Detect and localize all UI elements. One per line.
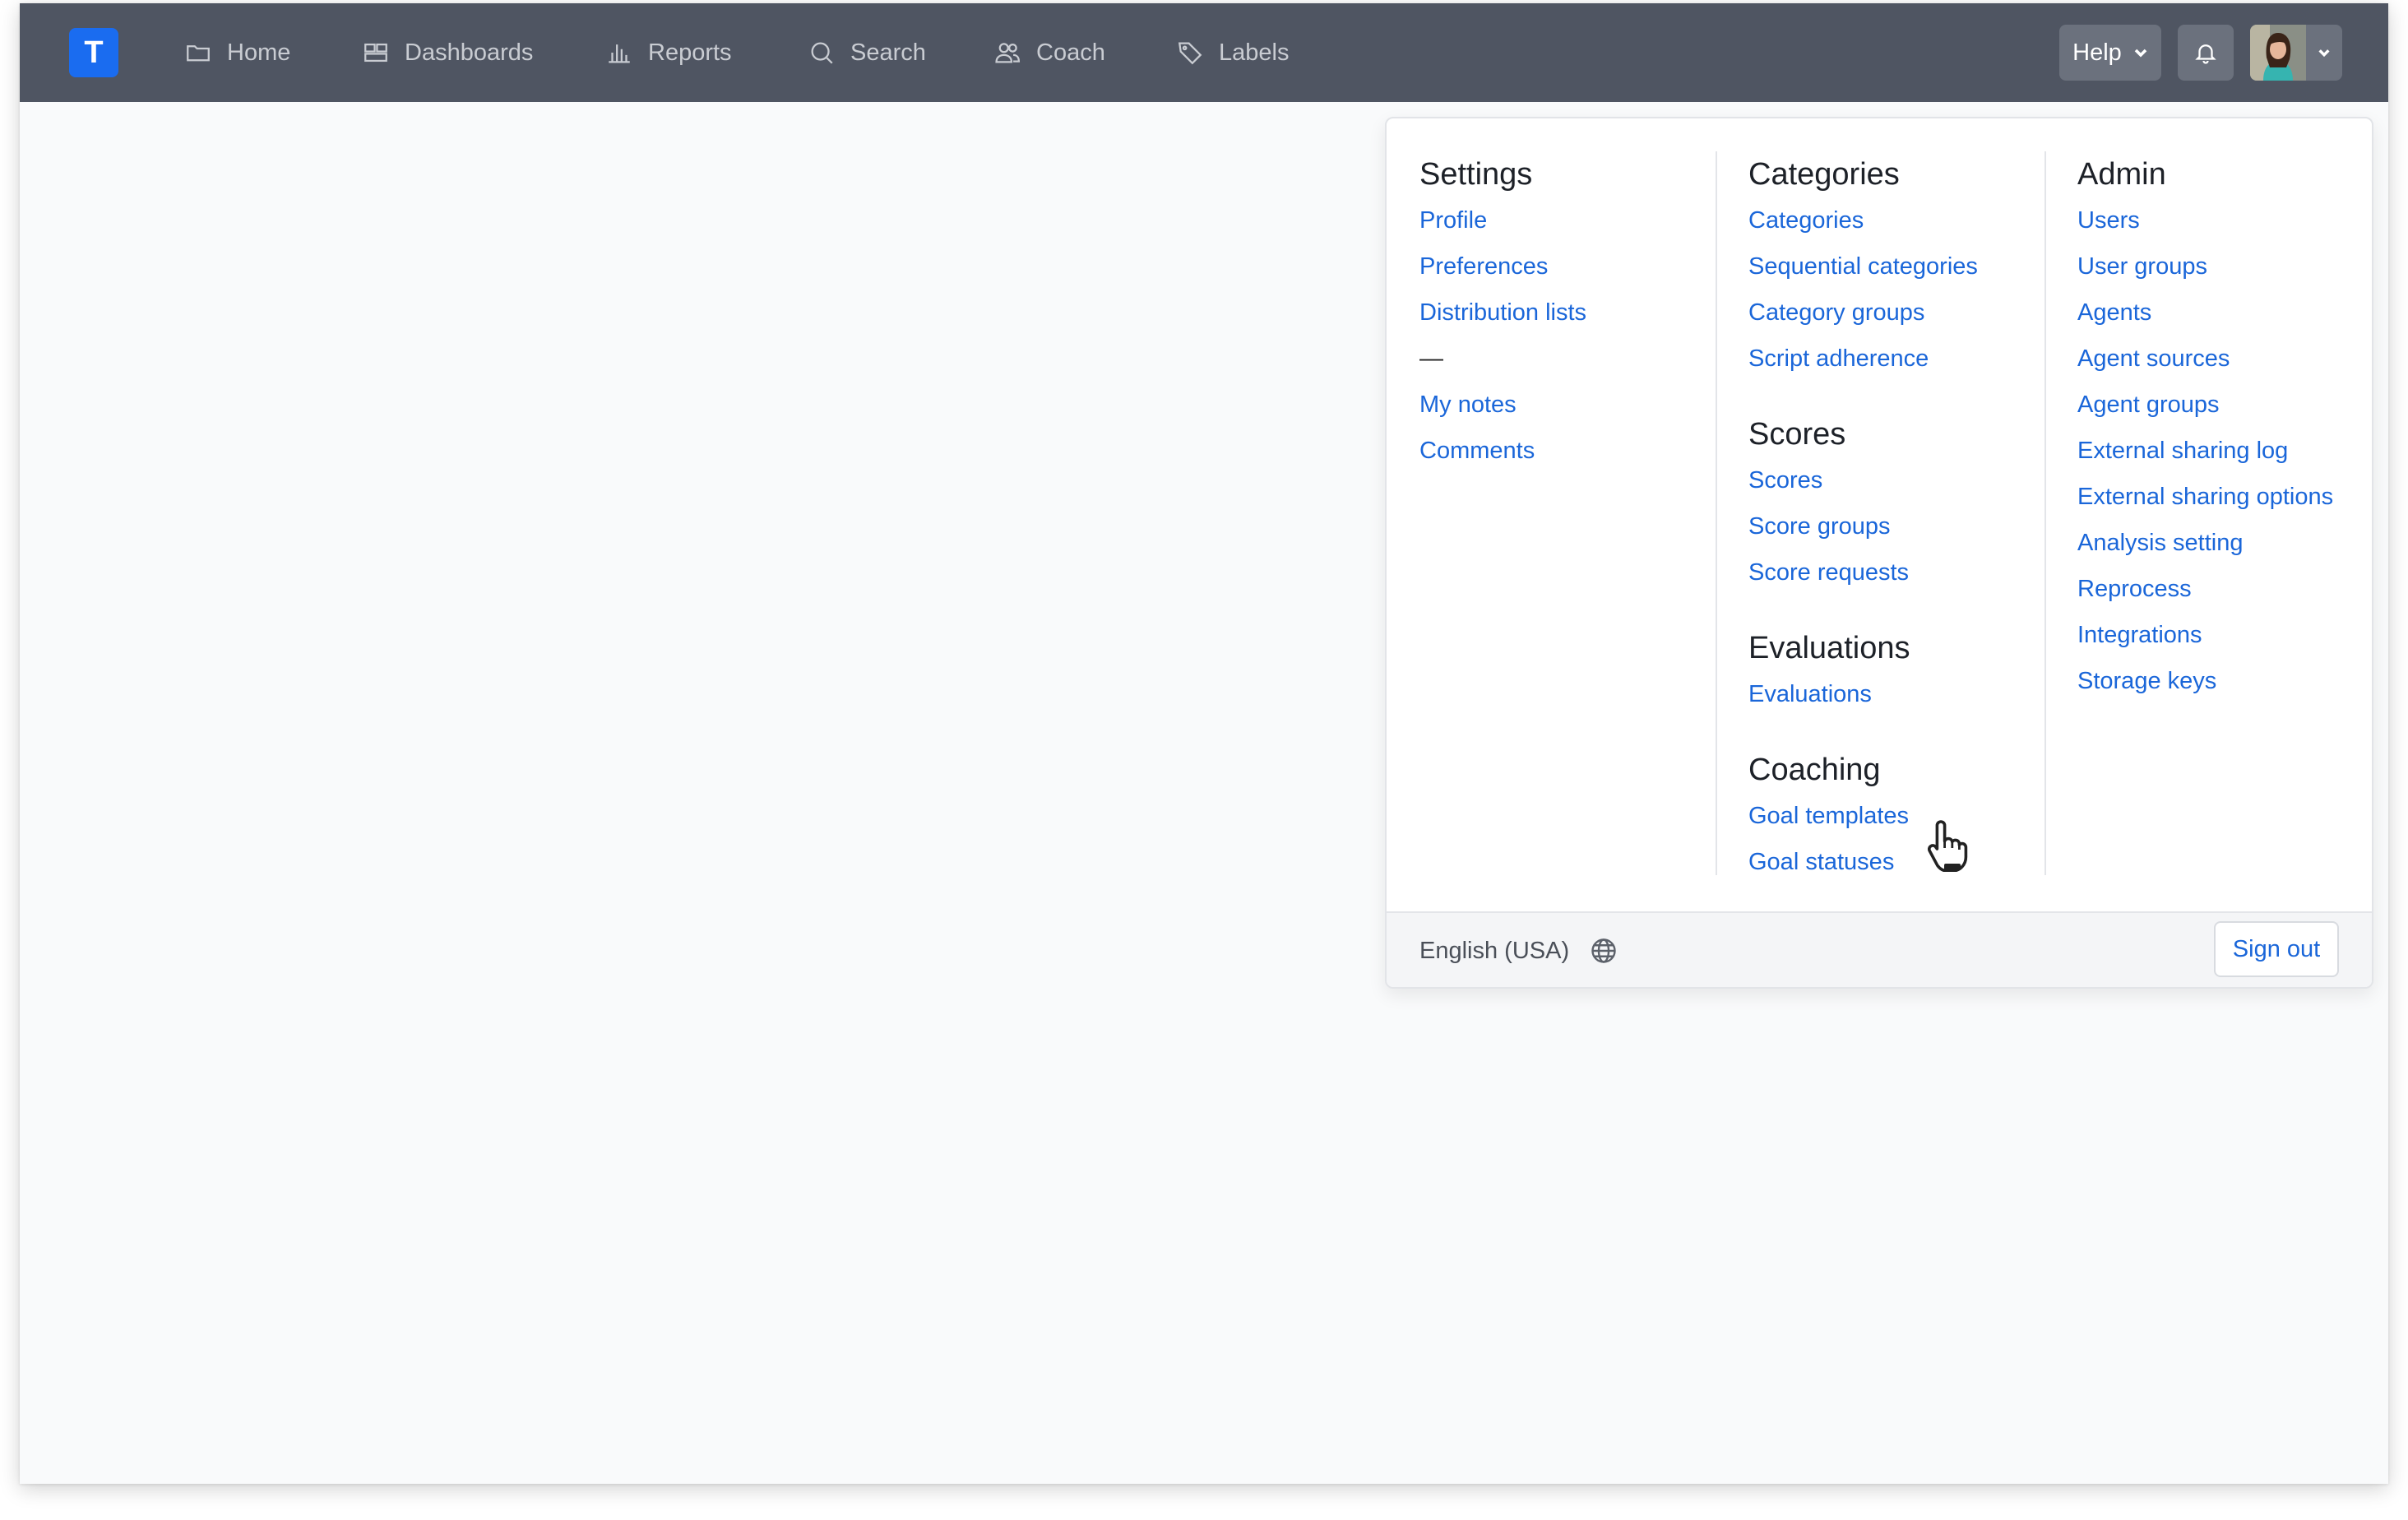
app-logo[interactable]: T [69,28,118,77]
user-dropdown-menu: Settings Profile Preferences Distributio… [1385,117,2373,989]
menu-link-integrations[interactable]: Integrations [2077,612,2333,658]
bar-chart-icon [609,44,630,63]
menu-link-user-groups[interactable]: User groups [2077,243,2333,290]
menu-link-score-groups[interactable]: Score groups [1748,503,1978,549]
nav-reports-label: Reports [648,39,732,66]
menu-link-reprocess[interactable]: Reprocess [2077,566,2333,612]
chevron-down-icon [2318,49,2330,58]
evaluations-heading: Evaluations [1748,631,1910,665]
nav-labels[interactable]: Labels [1176,3,1289,102]
dashboard-icon [364,43,387,63]
nav-search-label: Search [850,39,926,66]
avatar [2250,25,2306,81]
globe-icon [1591,938,1616,963]
nav-home[interactable]: Home [184,3,290,102]
scores-heading: Scores [1748,417,1846,452]
categories-column: Categories Categories Sequential categor… [1748,151,1978,885]
search-icon [811,42,833,64]
admin-column: Admin Users User groups Agents Agent sou… [2077,151,2333,704]
column-divider [2044,151,2046,875]
settings-heading: Settings [1419,157,1533,192]
menu-link-scores[interactable]: Scores [1748,457,1978,503]
menu-link-users[interactable]: Users [2077,197,2333,243]
menu-link-categories[interactable]: Categories [1748,197,1978,243]
nav-dashboards[interactable]: Dashboards [362,3,533,102]
hand-pointer-cursor-icon [1927,820,1968,872]
menu-link-script-adherence[interactable]: Script adherence [1748,336,1978,382]
nav-home-label: Home [227,39,291,66]
menu-link-agents[interactable]: Agents [2077,290,2333,336]
menu-link-my-notes[interactable]: My notes [1419,382,1586,428]
menu-link-category-groups[interactable]: Category groups [1748,290,1978,336]
menu-link-agent-groups[interactable]: Agent groups [2077,382,2333,428]
sign-out-button[interactable]: Sign out [2214,921,2339,977]
column-divider [1716,151,1717,875]
menu-link-sequential-categories[interactable]: Sequential categories [1748,243,1978,290]
nav-dashboards-label: Dashboards [405,39,534,66]
categories-heading: Categories [1748,157,1900,192]
folder-icon [187,45,210,62]
menu-separator: — [1419,345,1443,372]
nav-reports[interactable]: Reports [605,3,732,102]
nav-coach-label: Coach [1036,39,1105,66]
menu-link-profile[interactable]: Profile [1419,197,1586,243]
user-menu-caret [2306,46,2342,59]
language-label: English (USA) [1419,937,1570,964]
notifications-button[interactable] [2178,25,2234,81]
top-nav-bar: T Home Dashboards Reports Search Coach L… [20,3,2388,102]
menu-link-score-requests[interactable]: Score requests [1748,549,1978,595]
menu-link-analysis-setting[interactable]: Analysis setting [2077,520,2333,566]
nav-coach[interactable]: Coach [993,3,1105,102]
menu-link-external-sharing-options[interactable]: External sharing options [2077,474,2333,520]
chevron-down-icon [2134,49,2147,58]
settings-column: Settings Profile Preferences Distributio… [1419,151,1586,474]
user-menu-button[interactable] [2250,25,2342,81]
menu-link-distribution-lists[interactable]: Distribution lists [1419,290,1586,336]
help-button-label: Help [2072,39,2122,66]
nav-labels-label: Labels [1219,39,1290,66]
menu-link-preferences[interactable]: Preferences [1419,243,1586,290]
app-window: T Home Dashboards Reports Search Coach L… [20,3,2388,1484]
menu-link-comments[interactable]: Comments [1419,428,1586,474]
menu-link-agent-sources[interactable]: Agent sources [2077,336,2333,382]
admin-heading: Admin [2077,157,2166,192]
bell-icon [2195,44,2216,64]
menu-link-storage-keys[interactable]: Storage keys [2077,658,2333,704]
help-button[interactable]: Help [2059,25,2161,81]
tag-icon [1178,42,1202,65]
menu-link-external-sharing-log[interactable]: External sharing log [2077,428,2333,474]
language-selector[interactable]: English (USA) [1419,913,1618,987]
users-icon [995,43,1021,63]
dropdown-footer: English (USA) Sign out [1387,911,2372,987]
coaching-heading: Coaching [1748,753,1881,787]
nav-search[interactable]: Search [808,3,926,102]
menu-link-evaluations[interactable]: Evaluations [1748,671,1978,717]
